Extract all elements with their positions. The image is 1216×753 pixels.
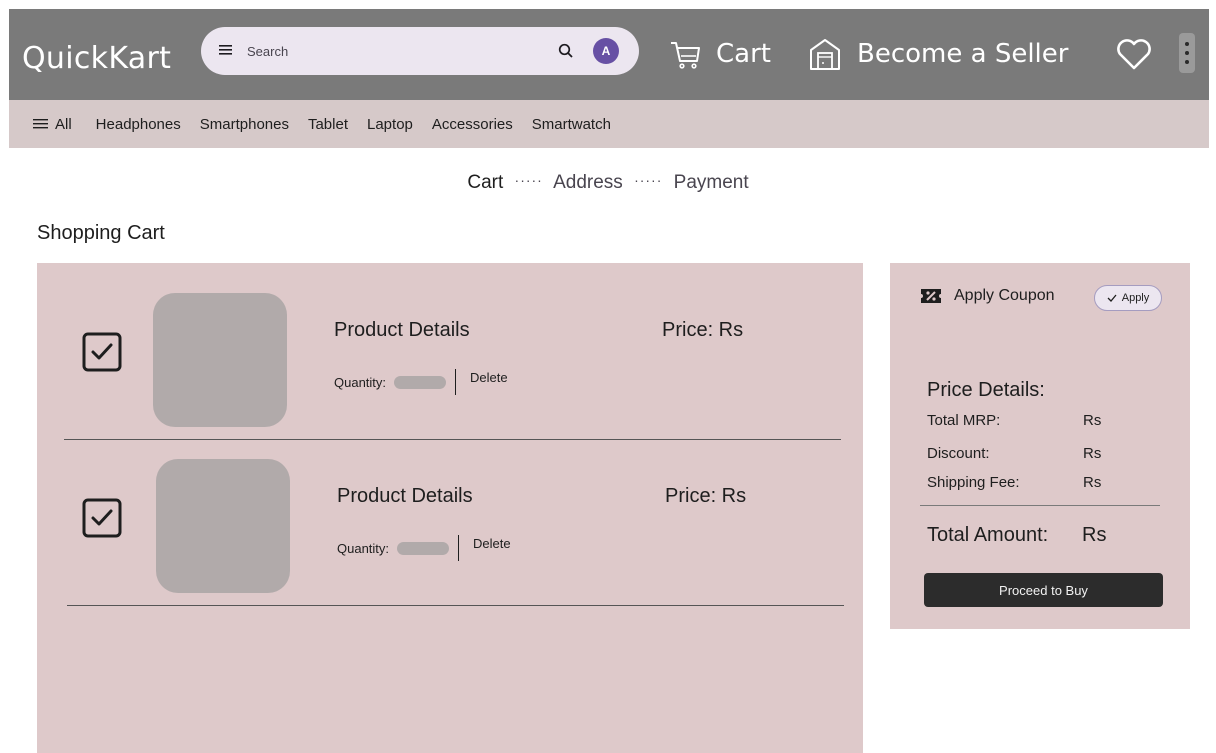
heart-icon[interactable] (1114, 36, 1154, 72)
divider (455, 369, 457, 395)
page-title: Shopping Cart (37, 222, 165, 244)
cart-icon (671, 42, 700, 69)
search-icon[interactable] (557, 42, 575, 60)
become-seller-label: Become a Seller (857, 39, 1069, 69)
coupon-icon (921, 289, 941, 303)
category-smartphones[interactable]: Smartphones (200, 116, 289, 133)
total-amount-value: Rs (1082, 524, 1107, 546)
all-categories-button[interactable]: All (33, 116, 72, 133)
delete-link[interactable]: Delete (473, 536, 511, 551)
cart-link[interactable]: Cart (668, 33, 771, 75)
summary-divider (920, 505, 1160, 506)
checkbox-checked-icon[interactable] (81, 497, 123, 539)
quantity-label: Quantity: (337, 540, 390, 556)
step-separator: ····· (514, 172, 543, 188)
avatar[interactable]: A (593, 38, 619, 64)
discount-label: Discount: (927, 445, 990, 462)
total-mrp-value: Rs (1083, 412, 1102, 429)
product-price: Price: Rs (665, 485, 747, 507)
apply-label: Apply (1121, 292, 1150, 304)
product-image[interactable] (156, 459, 290, 593)
total-amount-row: Total Amount: Rs (927, 524, 1106, 547)
price-details-title: Price Details: (927, 379, 1045, 401)
search-input[interactable] (247, 40, 547, 62)
product-image[interactable] (153, 293, 287, 427)
delete-link[interactable]: Delete (470, 370, 508, 385)
quantity-row: Quantity: Delete (337, 535, 511, 561)
shipping-fee-label: Shipping Fee: (927, 474, 1020, 491)
step-payment: Payment (673, 172, 749, 193)
store-icon (810, 39, 840, 70)
category-tablet[interactable]: Tablet (308, 116, 348, 133)
all-label: All (55, 115, 72, 133)
quantity-row: Quantity: Delete (334, 369, 508, 395)
discount-row: Discount: Rs (927, 445, 1127, 462)
cart-items-panel: Product Details Price: Rs Quantity: Dele… (37, 263, 863, 753)
category-smartwatch[interactable]: Smartwatch (532, 116, 611, 133)
cart-item: Product Details Price: Rs Quantity: Dele… (37, 263, 863, 440)
category-headphones[interactable]: Headphones (96, 116, 181, 133)
quantity-selector[interactable] (394, 375, 447, 389)
total-mrp-row: Total MRP: Rs (927, 412, 1127, 429)
item-divider (67, 605, 844, 606)
app-logo[interactable]: QuickKart (22, 41, 171, 77)
total-amount-label: Total Amount: (927, 524, 1049, 546)
step-cart: Cart (467, 172, 504, 193)
become-seller-link[interactable]: Become a Seller (807, 33, 1068, 75)
checkbox-checked-icon[interactable] (81, 331, 123, 373)
product-title[interactable]: Product Details (334, 319, 470, 342)
shipping-fee-row: Shipping Fee: Rs (927, 474, 1127, 491)
category-bar: All Headphones Smartphones Tablet Laptop… (9, 100, 1209, 148)
quantity-label: Quantity: (334, 374, 387, 390)
coupon-label: Apply Coupon (954, 287, 1055, 304)
proceed-to-buy-button[interactable]: Proceed to Buy (924, 573, 1163, 607)
cart-label: Cart (716, 39, 771, 69)
product-price: Price: Rs (662, 319, 744, 341)
check-icon (1107, 294, 1117, 302)
checkout-stepper: Cart ····· Address ····· Payment (0, 172, 1216, 194)
divider (458, 535, 460, 561)
apply-coupon-button[interactable]: Apply (1094, 285, 1162, 311)
top-header: QuickKart A Cart Become a Seller (9, 9, 1209, 100)
order-summary-panel: Apply Coupon Apply Price Details: Total … (890, 263, 1190, 629)
total-mrp-label: Total MRP: (927, 412, 1001, 429)
product-title[interactable]: Product Details (337, 485, 473, 508)
step-separator: ····· (634, 172, 663, 188)
category-laptop[interactable]: Laptop (367, 116, 413, 133)
more-vertical-icon[interactable] (1179, 33, 1195, 73)
search-bar[interactable]: A (201, 27, 639, 75)
discount-value: Rs (1083, 445, 1102, 462)
menu-icon[interactable] (219, 43, 234, 57)
shipping-fee-value: Rs (1083, 474, 1102, 491)
quantity-selector[interactable] (397, 541, 450, 555)
cart-item: Product Details Price: Rs Quantity: Dele… (37, 429, 863, 606)
menu-icon (33, 119, 48, 129)
coupon-row: Apply Coupon (920, 287, 1055, 305)
category-accessories[interactable]: Accessories (432, 116, 513, 133)
step-address: Address (553, 172, 623, 193)
